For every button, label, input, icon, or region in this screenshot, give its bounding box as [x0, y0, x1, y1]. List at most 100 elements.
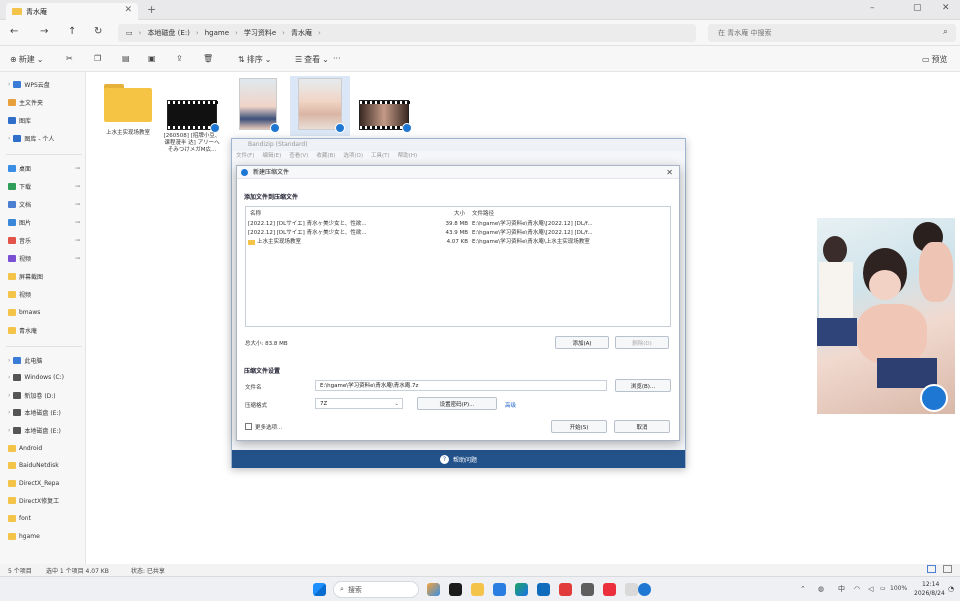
tab-close-icon[interactable]: ✕: [124, 5, 132, 15]
forward-arrow-icon[interactable]: →: [40, 26, 48, 37]
set-password-button[interactable]: 设置密码(P)...: [417, 397, 497, 410]
close-button[interactable]: ✕: [942, 3, 950, 13]
chevron-right-icon[interactable]: ›: [8, 81, 10, 88]
sort-button[interactable]: ⇅ 排序 ⌄: [238, 54, 271, 65]
chevron-right-icon[interactable]: ›: [8, 135, 10, 142]
sidebar-item[interactable]: › Windows (C:): [8, 372, 84, 384]
refresh-icon[interactable]: ↻: [94, 26, 102, 37]
edge-icon[interactable]: [515, 583, 528, 596]
start-icon[interactable]: [313, 583, 326, 596]
sidebar-item[interactable]: 下载 ⊸: [8, 180, 84, 192]
sidebar-item[interactable]: Android: [8, 442, 84, 454]
browse-button[interactable]: 浏览(B)...: [615, 379, 671, 392]
minimize-button[interactable]: –: [870, 3, 875, 13]
breadcrumb-item[interactable]: 本地磁盘 (E:): [147, 28, 189, 38]
chevron-right-icon[interactable]: ›: [8, 357, 10, 364]
app-icon[interactable]: [581, 583, 594, 596]
delete-icon[interactable]: 🗑: [203, 54, 213, 63]
up-arrow-icon[interactable]: ↑: [68, 26, 76, 37]
taskbar-search[interactable]: ⌕ 搜索: [333, 581, 419, 598]
file-explorer-icon[interactable]: [471, 583, 484, 596]
chevron-up-icon[interactable]: ⌃: [800, 585, 806, 593]
clock-time[interactable]: 12:14: [922, 581, 939, 588]
breadcrumb[interactable]: ▭ › 本地磁盘 (E:) › hgame › 学习资料e › 青水庵 ›: [118, 24, 696, 42]
wifi-icon[interactable]: ◠: [854, 585, 860, 593]
menu-item[interactable]: 收藏(B): [316, 151, 335, 161]
widgets-icon[interactable]: [427, 583, 440, 596]
chevron-right-icon[interactable]: ›: [8, 374, 10, 381]
sidebar-item[interactable]: 桌面 ⊸: [8, 162, 84, 174]
breadcrumb-item[interactable]: 青水庵: [291, 28, 312, 38]
chevron-right-icon[interactable]: ›: [8, 427, 10, 434]
more-options-checkbox[interactable]: [245, 423, 252, 430]
volume-icon[interactable]: ◁: [868, 585, 873, 593]
ime-indicator[interactable]: 中: [838, 584, 845, 594]
sidebar-item[interactable]: 视频: [8, 288, 84, 300]
wps-icon[interactable]: [603, 583, 616, 596]
sidebar-item[interactable]: 音乐 ⊸: [8, 234, 84, 246]
format-select[interactable]: 7Z ⌄: [315, 398, 403, 409]
column-path[interactable]: 文件路径: [472, 210, 494, 218]
paste-icon[interactable]: ▤: [122, 54, 130, 63]
sidebar-item[interactable]: font: [8, 512, 84, 524]
new-button[interactable]: ⊕ 新建 ⌄: [10, 54, 43, 65]
search-input[interactable]: 在 青水庵 中搜索 ⌕: [708, 24, 956, 42]
clock-date[interactable]: 2026/8/24: [914, 590, 945, 597]
sidebar-item[interactable]: hgame: [8, 530, 84, 542]
file-item-image-selected[interactable]: [290, 76, 350, 136]
new-tab-icon[interactable]: +: [147, 3, 156, 16]
advanced-link[interactable]: 高级: [505, 401, 516, 409]
list-item[interactable]: [2022.12] [DLサイエ] 青水ヶ美少女と、性欲... 43.9 MB …: [246, 229, 670, 237]
app-icon[interactable]: [559, 583, 572, 596]
sidebar-item[interactable]: 青水庵: [8, 324, 84, 336]
tiles-view-icon[interactable]: [943, 565, 952, 573]
chevron-right-icon[interactable]: ›: [8, 392, 10, 399]
bandizip-footer[interactable]: ? 帮助问题: [232, 450, 685, 468]
copy-icon[interactable]: ❐: [94, 54, 101, 63]
sidebar-item[interactable]: DirectX修复工: [8, 495, 84, 507]
sidebar-item[interactable]: DirectX_Repa: [8, 477, 84, 489]
sidebar-item[interactable]: 屏幕截图: [8, 270, 84, 282]
cancel-button[interactable]: 取消: [614, 420, 670, 433]
add-button[interactable]: 添加(A): [555, 336, 609, 349]
sidebar-item[interactable]: › 图库 - 个人: [8, 132, 84, 144]
battery-icon[interactable]: ▭: [880, 585, 886, 592]
sidebar-item[interactable]: › 此电脑: [8, 354, 84, 366]
sidebar-item[interactable]: 文档 ⊸: [8, 198, 84, 210]
notification-icon[interactable]: ◔: [948, 585, 954, 593]
cut-icon[interactable]: ✂: [66, 54, 73, 63]
menu-item[interactable]: 文件(F): [236, 151, 254, 161]
sidebar-item[interactable]: BaiduNetdisk: [8, 460, 84, 472]
sidebar-item[interactable]: › 本地磁盘 (E:): [8, 424, 84, 436]
sidebar-item[interactable]: 图片 ⊸: [8, 216, 84, 228]
file-item-video[interactable]: [260508] [招牌小豆、课程漫半 达] アリーへそみつけメガM広...: [162, 100, 222, 154]
dialog-close-icon[interactable]: ✕: [666, 166, 673, 179]
back-arrow-icon[interactable]: ←: [10, 26, 18, 37]
sidebar-item[interactable]: 视频 ⊸: [8, 252, 84, 264]
bandizip-taskbar-icon[interactable]: [638, 583, 651, 596]
file-list[interactable]: 名称 大小 文件路径 [2022.12] [DLサイエ] 青水ヶ美少女と、性欲.…: [245, 206, 671, 327]
more-button[interactable]: ···: [333, 54, 341, 63]
filename-input[interactable]: E:\hgame\学习资料e\青水庵\青水庵.7z: [315, 380, 607, 391]
menu-item[interactable]: 工具(T): [371, 151, 390, 161]
breadcrumb-item[interactable]: hgame: [205, 29, 229, 37]
tab-qingshuian[interactable]: 青水庵 ✕: [6, 3, 138, 20]
menu-item[interactable]: 编辑(E): [262, 151, 281, 161]
chevron-right-icon[interactable]: ›: [8, 409, 10, 416]
details-pane-button[interactable]: ▭ 预览: [922, 54, 948, 65]
store-icon[interactable]: [493, 583, 506, 596]
file-item-folder[interactable]: 上水主实现场教室: [98, 84, 158, 137]
menu-item[interactable]: 帮助(H): [398, 151, 417, 161]
app-icon[interactable]: [537, 583, 550, 596]
task-view-icon[interactable]: [449, 583, 462, 596]
sidebar-item[interactable]: › WPS云盘: [8, 78, 84, 90]
sidebar-item[interactable]: bmaws: [8, 306, 84, 318]
details-view-icon[interactable]: [927, 565, 936, 573]
list-item[interactable]: 上水主实现场教室 4.07 KB E:\hgame\学习资料e\青水庵\上水主实…: [246, 238, 670, 246]
maximize-button[interactable]: ▢: [913, 3, 922, 13]
share-icon[interactable]: ⇪: [176, 54, 183, 63]
sidebar-item[interactable]: › 新加卷 (D:): [8, 389, 84, 401]
app-icon[interactable]: [625, 583, 638, 596]
column-size[interactable]: 大小: [454, 210, 465, 218]
rename-icon[interactable]: ▣: [148, 54, 156, 63]
